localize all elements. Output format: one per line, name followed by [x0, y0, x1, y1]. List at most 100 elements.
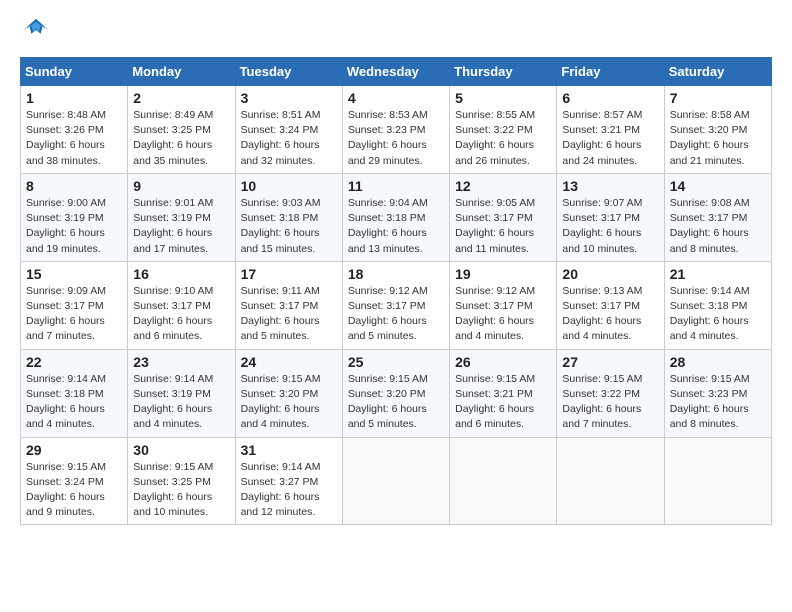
day-detail: Sunrise: 8:53 AMSunset: 3:23 PMDaylight:…	[348, 109, 428, 167]
calendar-day-cell: 16 Sunrise: 9:10 AMSunset: 3:17 PMDaylig…	[128, 261, 235, 349]
calendar-day-cell: 31 Sunrise: 9:14 AMSunset: 3:27 PMDaylig…	[235, 437, 342, 525]
calendar-day-cell: 22 Sunrise: 9:14 AMSunset: 3:18 PMDaylig…	[21, 349, 128, 437]
weekday-header: Monday	[128, 58, 235, 86]
day-detail: Sunrise: 9:04 AMSunset: 3:18 PMDaylight:…	[348, 197, 428, 255]
calendar-week-row: 22 Sunrise: 9:14 AMSunset: 3:18 PMDaylig…	[21, 349, 772, 437]
calendar-week-row: 15 Sunrise: 9:09 AMSunset: 3:17 PMDaylig…	[21, 261, 772, 349]
calendar-day-cell: 17 Sunrise: 9:11 AMSunset: 3:17 PMDaylig…	[235, 261, 342, 349]
day-detail: Sunrise: 9:11 AMSunset: 3:17 PMDaylight:…	[241, 285, 320, 343]
day-detail: Sunrise: 9:00 AMSunset: 3:19 PMDaylight:…	[26, 197, 106, 255]
calendar-day-cell: 24 Sunrise: 9:15 AMSunset: 3:20 PMDaylig…	[235, 349, 342, 437]
calendar-day-cell: 2 Sunrise: 8:49 AMSunset: 3:25 PMDayligh…	[128, 86, 235, 174]
calendar-day-cell: 11 Sunrise: 9:04 AMSunset: 3:18 PMDaylig…	[342, 173, 449, 261]
day-number: 29	[26, 442, 122, 458]
day-detail: Sunrise: 9:09 AMSunset: 3:17 PMDaylight:…	[26, 285, 106, 343]
day-detail: Sunrise: 9:15 AMSunset: 3:20 PMDaylight:…	[241, 373, 321, 431]
calendar-day-cell	[342, 437, 449, 525]
day-number: 30	[133, 442, 229, 458]
calendar-day-cell: 3 Sunrise: 8:51 AMSunset: 3:24 PMDayligh…	[235, 86, 342, 174]
calendar-week-row: 1 Sunrise: 8:48 AMSunset: 3:26 PMDayligh…	[21, 86, 772, 174]
calendar-day-cell: 8 Sunrise: 9:00 AMSunset: 3:19 PMDayligh…	[21, 173, 128, 261]
day-number: 14	[670, 178, 766, 194]
day-number: 3	[241, 90, 337, 106]
day-number: 7	[670, 90, 766, 106]
logo-bird-icon	[22, 16, 50, 44]
day-detail: Sunrise: 9:15 AMSunset: 3:22 PMDaylight:…	[562, 373, 642, 431]
day-number: 26	[455, 354, 551, 370]
calendar-day-cell: 13 Sunrise: 9:07 AMSunset: 3:17 PMDaylig…	[557, 173, 664, 261]
day-detail: Sunrise: 9:15 AMSunset: 3:20 PMDaylight:…	[348, 373, 428, 431]
calendar-day-cell: 27 Sunrise: 9:15 AMSunset: 3:22 PMDaylig…	[557, 349, 664, 437]
weekday-header: Tuesday	[235, 58, 342, 86]
day-detail: Sunrise: 9:15 AMSunset: 3:24 PMDaylight:…	[26, 461, 106, 519]
day-number: 25	[348, 354, 444, 370]
calendar-day-cell: 28 Sunrise: 9:15 AMSunset: 3:23 PMDaylig…	[664, 349, 771, 437]
day-number: 13	[562, 178, 658, 194]
day-detail: Sunrise: 8:49 AMSunset: 3:25 PMDaylight:…	[133, 109, 213, 167]
day-number: 2	[133, 90, 229, 106]
calendar-day-cell: 10 Sunrise: 9:03 AMSunset: 3:18 PMDaylig…	[235, 173, 342, 261]
calendar-day-cell: 20 Sunrise: 9:13 AMSunset: 3:17 PMDaylig…	[557, 261, 664, 349]
day-detail: Sunrise: 9:07 AMSunset: 3:17 PMDaylight:…	[562, 197, 642, 255]
day-detail: Sunrise: 8:48 AMSunset: 3:26 PMDaylight:…	[26, 109, 106, 167]
day-detail: Sunrise: 8:57 AMSunset: 3:21 PMDaylight:…	[562, 109, 642, 167]
day-number: 24	[241, 354, 337, 370]
day-detail: Sunrise: 9:13 AMSunset: 3:17 PMDaylight:…	[562, 285, 642, 343]
day-number: 16	[133, 266, 229, 282]
calendar-day-cell: 25 Sunrise: 9:15 AMSunset: 3:20 PMDaylig…	[342, 349, 449, 437]
day-number: 5	[455, 90, 551, 106]
calendar-day-cell: 18 Sunrise: 9:12 AMSunset: 3:17 PMDaylig…	[342, 261, 449, 349]
day-number: 21	[670, 266, 766, 282]
calendar-day-cell: 21 Sunrise: 9:14 AMSunset: 3:18 PMDaylig…	[664, 261, 771, 349]
calendar-day-cell: 9 Sunrise: 9:01 AMSunset: 3:19 PMDayligh…	[128, 173, 235, 261]
day-detail: Sunrise: 9:08 AMSunset: 3:17 PMDaylight:…	[670, 197, 750, 255]
day-detail: Sunrise: 9:15 AMSunset: 3:23 PMDaylight:…	[670, 373, 750, 431]
day-detail: Sunrise: 8:51 AMSunset: 3:24 PMDaylight:…	[241, 109, 321, 167]
day-number: 1	[26, 90, 122, 106]
day-number: 8	[26, 178, 122, 194]
calendar-day-cell: 19 Sunrise: 9:12 AMSunset: 3:17 PMDaylig…	[450, 261, 557, 349]
day-detail: Sunrise: 8:55 AMSunset: 3:22 PMDaylight:…	[455, 109, 535, 167]
logo	[20, 16, 52, 49]
day-number: 4	[348, 90, 444, 106]
day-detail: Sunrise: 9:03 AMSunset: 3:18 PMDaylight:…	[241, 197, 321, 255]
day-number: 23	[133, 354, 229, 370]
calendar-day-cell: 6 Sunrise: 8:57 AMSunset: 3:21 PMDayligh…	[557, 86, 664, 174]
day-detail: Sunrise: 9:01 AMSunset: 3:19 PMDaylight:…	[133, 197, 213, 255]
calendar-day-cell: 23 Sunrise: 9:14 AMSunset: 3:19 PMDaylig…	[128, 349, 235, 437]
calendar-day-cell	[557, 437, 664, 525]
day-number: 22	[26, 354, 122, 370]
calendar-day-cell	[450, 437, 557, 525]
day-number: 9	[133, 178, 229, 194]
day-number: 31	[241, 442, 337, 458]
day-detail: Sunrise: 9:15 AMSunset: 3:21 PMDaylight:…	[455, 373, 535, 431]
day-detail: Sunrise: 8:58 AMSunset: 3:20 PMDaylight:…	[670, 109, 750, 167]
calendar-day-cell: 1 Sunrise: 8:48 AMSunset: 3:26 PMDayligh…	[21, 86, 128, 174]
day-detail: Sunrise: 9:12 AMSunset: 3:17 PMDaylight:…	[348, 285, 428, 343]
day-detail: Sunrise: 9:14 AMSunset: 3:27 PMDaylight:…	[241, 461, 321, 519]
day-detail: Sunrise: 9:14 AMSunset: 3:18 PMDaylight:…	[670, 285, 750, 343]
calendar-day-cell: 12 Sunrise: 9:05 AMSunset: 3:17 PMDaylig…	[450, 173, 557, 261]
day-number: 6	[562, 90, 658, 106]
day-detail: Sunrise: 9:15 AMSunset: 3:25 PMDaylight:…	[133, 461, 213, 519]
day-detail: Sunrise: 9:14 AMSunset: 3:19 PMDaylight:…	[133, 373, 213, 431]
weekday-header: Thursday	[450, 58, 557, 86]
weekday-header: Sunday	[21, 58, 128, 86]
header	[20, 16, 772, 49]
day-number: 11	[348, 178, 444, 194]
day-number: 10	[241, 178, 337, 194]
calendar-day-cell: 14 Sunrise: 9:08 AMSunset: 3:17 PMDaylig…	[664, 173, 771, 261]
day-number: 20	[562, 266, 658, 282]
calendar-table: SundayMondayTuesdayWednesdayThursdayFrid…	[20, 57, 772, 525]
day-number: 27	[562, 354, 658, 370]
calendar-day-cell: 4 Sunrise: 8:53 AMSunset: 3:23 PMDayligh…	[342, 86, 449, 174]
calendar-day-cell: 29 Sunrise: 9:15 AMSunset: 3:24 PMDaylig…	[21, 437, 128, 525]
day-detail: Sunrise: 9:14 AMSunset: 3:18 PMDaylight:…	[26, 373, 106, 431]
calendar-week-row: 8 Sunrise: 9:00 AMSunset: 3:19 PMDayligh…	[21, 173, 772, 261]
day-number: 19	[455, 266, 551, 282]
weekday-header: Wednesday	[342, 58, 449, 86]
day-number: 18	[348, 266, 444, 282]
calendar-day-cell: 30 Sunrise: 9:15 AMSunset: 3:25 PMDaylig…	[128, 437, 235, 525]
calendar-day-cell: 26 Sunrise: 9:15 AMSunset: 3:21 PMDaylig…	[450, 349, 557, 437]
day-detail: Sunrise: 9:12 AMSunset: 3:17 PMDaylight:…	[455, 285, 535, 343]
